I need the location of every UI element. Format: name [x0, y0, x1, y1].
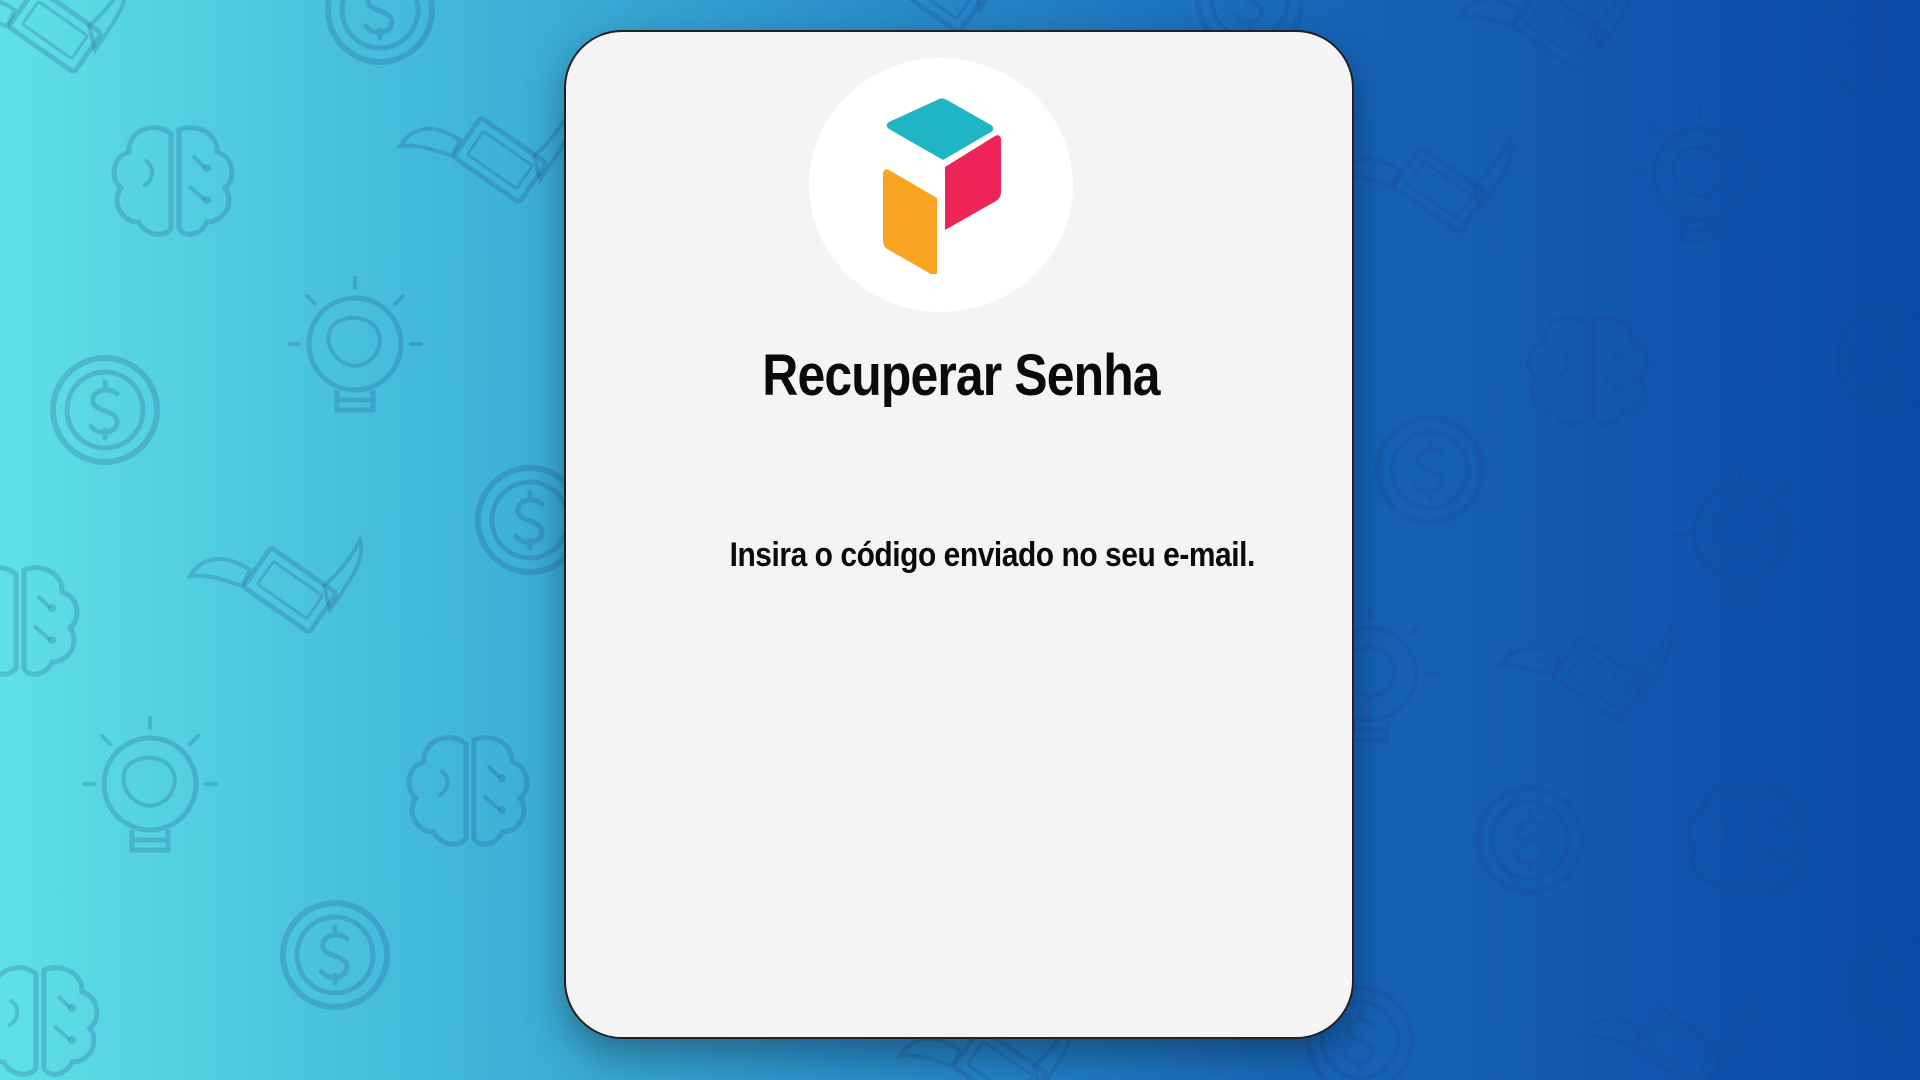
logo-badge [809, 58, 1073, 312]
cube-logo-icon [883, 98, 1001, 274]
instruction-text: Insira o código enviado no seu e-mail. [729, 536, 1256, 574]
page-title: Recuperar Senha [762, 343, 1160, 408]
recover-password-card: Recuperar Senha Insira o código enviado … [564, 30, 1354, 1039]
